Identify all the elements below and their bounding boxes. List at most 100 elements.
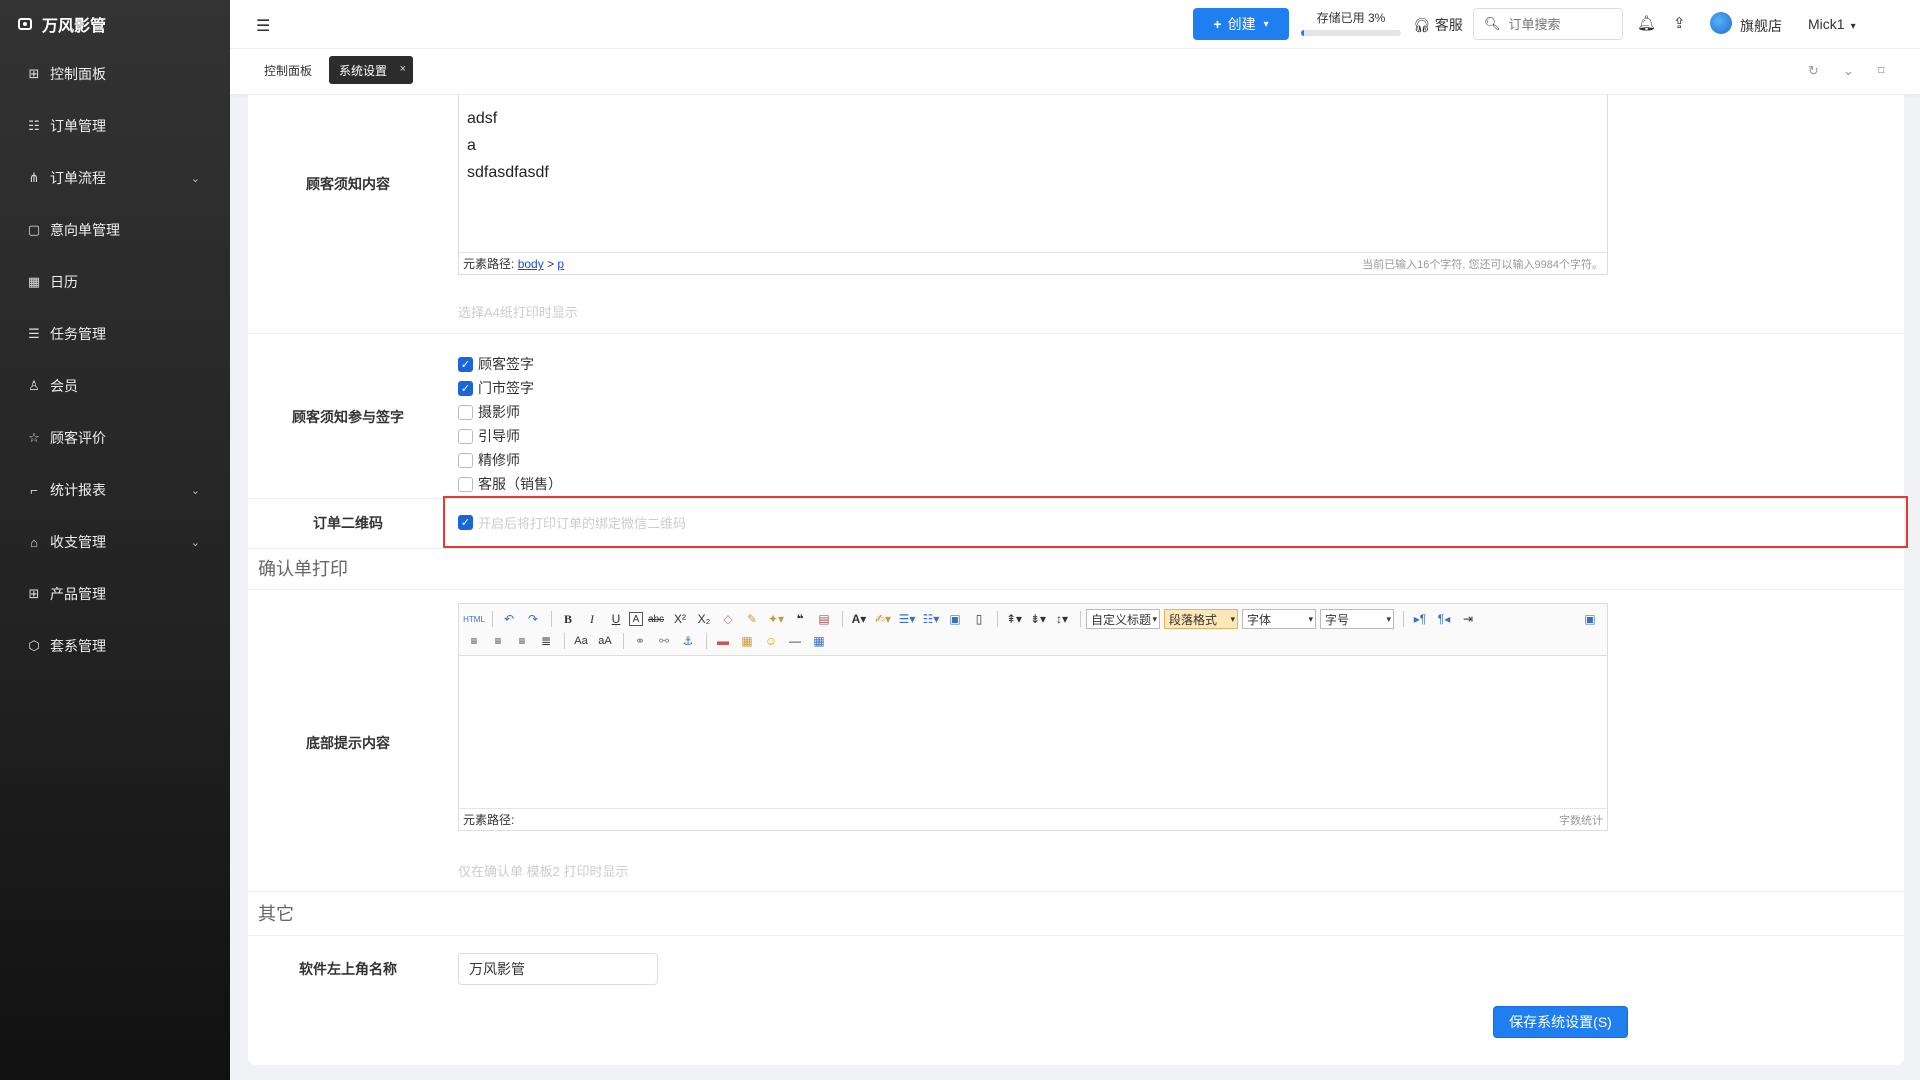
editor-line: sdfasdfasdf [467, 164, 549, 181]
close-icon[interactable]: × [400, 63, 406, 75]
fullscreen-icon[interactable]: ▣ [1579, 609, 1601, 629]
paste-text-icon[interactable]: ▤ [813, 609, 835, 629]
uppercase-icon[interactable]: Aa [570, 631, 592, 651]
sidebar-item-1[interactable]: ☷ 订单管理 [0, 100, 230, 152]
tab-dashboard[interactable]: 控制面板 [254, 56, 322, 84]
undo-icon[interactable]: ↶ [498, 609, 520, 629]
custom-title-select[interactable]: 自定义标题 [1086, 609, 1160, 629]
notice-editor-body[interactable]: adsf a sdfasdfasdf [459, 95, 1607, 196]
table-icon[interactable]: ▦ [808, 631, 830, 651]
refresh-icon[interactable]: ↻ [1808, 63, 1819, 79]
align-right-icon[interactable]: ≡ [511, 631, 533, 651]
software-name-input[interactable] [458, 953, 658, 985]
link-icon[interactable]: ⚭ [629, 631, 651, 651]
user-menu[interactable]: Mick1 ▾ [1808, 16, 1856, 32]
clear-doc-icon[interactable]: ▯ [968, 609, 990, 629]
line-height-icon[interactable]: ↕▾ [1051, 609, 1073, 629]
sidebar-item-7[interactable]: ☆ 顾客评价 [0, 412, 230, 464]
format-brush-icon[interactable]: ✎ [741, 609, 763, 629]
html-source-icon[interactable]: HTML [463, 609, 485, 629]
footer-editor[interactable]: HTML ↶ ↷ B I U A abc X² X₂ ◇ ✎ ✦▾ ❝ ▤ A▾… [458, 603, 1608, 831]
ordered-list-icon[interactable]: ☰▾ [896, 609, 918, 629]
lowercase-icon[interactable]: aA [594, 631, 616, 651]
path-body-link[interactable]: body [518, 257, 544, 271]
checkbox-icon[interactable] [458, 404, 473, 420]
unlink-icon[interactable]: ⚯ [653, 631, 675, 651]
tab-system-label: 系统设置 [339, 63, 388, 78]
paragraph-format-select[interactable]: 段落格式 [1164, 609, 1238, 629]
chevron-down-icon[interactable]: ⌄ [1843, 63, 1854, 79]
quote-icon[interactable]: ❝ [789, 609, 811, 629]
bold-icon[interactable]: B [557, 609, 579, 629]
select-all-icon[interactable]: ▣ [944, 609, 966, 629]
service-button[interactable]: 🎧︎ 客服 [1413, 15, 1463, 35]
save-settings-button[interactable]: 保存系统设置(S) [1493, 1006, 1628, 1038]
tab-system-settings[interactable]: 系统设置 × [329, 56, 414, 84]
checkbox-icon[interactable] [458, 452, 473, 468]
emoji-icon[interactable]: ☺ [760, 631, 782, 651]
redo-icon[interactable]: ↷ [522, 609, 544, 629]
superscript-icon[interactable]: X² [669, 609, 691, 629]
sidebar-item-8[interactable]: ⌐ 统计报表 ⌄ [0, 464, 230, 516]
unordered-list-icon[interactable]: ☷▾ [920, 609, 942, 629]
auto-format-icon[interactable]: ✦▾ [765, 609, 787, 629]
bell-icon[interactable]: 🔔︎ [1637, 14, 1656, 32]
checkbox-icon[interactable] [458, 476, 473, 492]
pin-icon[interactable]: ⌑ [1878, 63, 1885, 79]
footer-editor-body[interactable] [459, 656, 1607, 806]
brand[interactable]: 万风影管 [0, 0, 230, 48]
border-text-icon[interactable]: A [629, 612, 643, 626]
store-name[interactable]: 旗舰店 [1740, 16, 1782, 36]
highlight-color-icon[interactable]: ✍▾ [872, 609, 894, 629]
eraser-icon[interactable]: ◇ [717, 609, 739, 629]
sidebar-item-10[interactable]: ⊞ 产品管理 [0, 568, 230, 620]
sign-option-row[interactable]: 精修师 [458, 451, 520, 469]
align-left-icon[interactable]: ≡ [463, 631, 485, 651]
sign-option-row[interactable]: 摄影师 [458, 403, 520, 421]
horizontal-rule-icon[interactable]: — [784, 631, 806, 651]
sidebar-item-6[interactable]: ♙ 会员 [0, 360, 230, 412]
notice-editor[interactable]: adsf a sdfasdfasdf 元素路径: body > p 当前已输入16个… [458, 95, 1608, 275]
search-input[interactable] [1508, 16, 1609, 32]
sidebar-item-3[interactable]: ▢ 意向单管理 [0, 204, 230, 256]
sidebar-item-2[interactable]: ⋔ 订单流程 ⌄ [0, 152, 230, 204]
search-box[interactable]: 🔍︎ [1473, 8, 1623, 40]
underline-icon[interactable]: U [605, 609, 627, 629]
sign-option-row[interactable]: 客服（销售） [458, 475, 562, 493]
sidebar-item-11[interactable]: ⬡ 套系管理 [0, 620, 230, 672]
align-justify-icon[interactable]: ≣ [535, 631, 557, 651]
sign-option-row[interactable]: 引导师 [458, 427, 520, 445]
checkbox-checked-icon[interactable]: ✓ [458, 380, 473, 396]
image-icon[interactable]: ▬ [712, 631, 734, 651]
indent-icon[interactable]: ⇥ [1457, 609, 1479, 629]
align-center-icon[interactable]: ≡ [487, 631, 509, 651]
separator [551, 611, 552, 627]
sidebar-item-label: 统计报表 [50, 482, 106, 498]
checkbox-icon[interactable] [458, 428, 473, 444]
path-p-link[interactable]: p [557, 257, 564, 271]
sidebar-item-0[interactable]: ⊞ 控制面板 [0, 48, 230, 100]
sign-option-row[interactable]: ✓ 顾客签字 [458, 355, 534, 373]
font-color-icon[interactable]: A▾ [848, 609, 870, 629]
strikethrough-icon[interactable]: abc [645, 609, 667, 629]
font-size-select[interactable]: 字号 [1320, 609, 1394, 629]
italic-icon[interactable]: I [581, 609, 603, 629]
row-spacing-bottom-icon[interactable]: ⇟▾ [1027, 609, 1049, 629]
ltr-icon[interactable]: ▸¶ [1409, 609, 1431, 629]
upload-icon[interactable]: ⇪ [1673, 14, 1686, 32]
menu-toggle-icon[interactable]: ☰ [256, 16, 270, 36]
footer-hint: 仅在确认单 模板2 打印时显示 [458, 864, 629, 879]
footer-element-path: 元素路径: [463, 813, 515, 827]
subscript-icon[interactable]: X₂ [693, 609, 715, 629]
create-button[interactable]: + 创建 ▾ [1193, 8, 1289, 40]
checkbox-checked-icon[interactable]: ✓ [458, 356, 473, 372]
rtl-icon[interactable]: ¶◂ [1433, 609, 1455, 629]
font-family-select[interactable]: 字体 [1242, 609, 1316, 629]
sidebar-item-9[interactable]: ⌂ 收支管理 ⌄ [0, 516, 230, 568]
sign-option-row[interactable]: ✓ 门市签字 [458, 379, 534, 397]
row-spacing-top-icon[interactable]: ⇞▾ [1003, 609, 1025, 629]
multi-image-icon[interactable]: ▦ [736, 631, 758, 651]
sidebar-item-4[interactable]: ▦ 日历 [0, 256, 230, 308]
sidebar-item-5[interactable]: ☰ 任务管理 [0, 308, 230, 360]
anchor-icon[interactable]: ⚓︎ [677, 631, 699, 651]
